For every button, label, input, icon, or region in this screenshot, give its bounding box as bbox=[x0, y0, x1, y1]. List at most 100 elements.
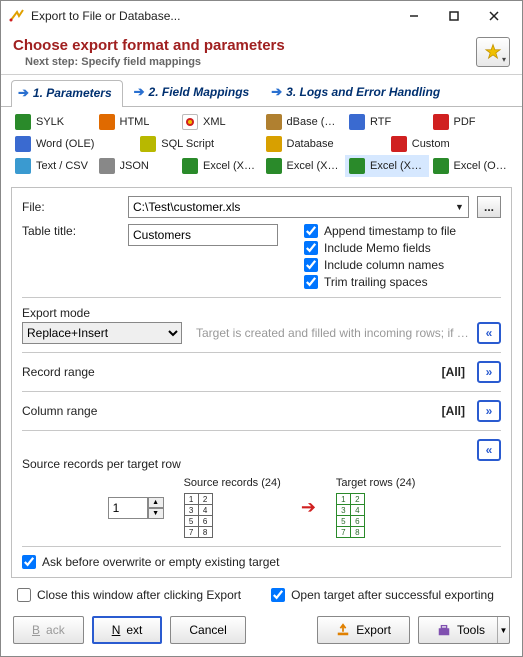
format-label: XML bbox=[203, 116, 226, 128]
file-label: File: bbox=[22, 200, 122, 214]
cb-ask-overwrite[interactable] bbox=[22, 555, 36, 569]
format-excel-xlsx-[interactable]: Excel (XLSX) bbox=[178, 155, 262, 177]
stepper-up[interactable]: ▲ bbox=[148, 497, 164, 508]
format-label: Text / CSV bbox=[36, 160, 88, 172]
format-label: Excel (XLS) bbox=[370, 160, 425, 172]
source-per-row-label: Source records per target row bbox=[22, 457, 181, 471]
app-icon bbox=[9, 8, 25, 24]
arrow-right-icon: ➔ bbox=[301, 497, 316, 518]
tools-button[interactable]: Tools▼ bbox=[418, 616, 510, 644]
favorites-button[interactable]: ▾ bbox=[476, 37, 510, 67]
next-button[interactable]: Next bbox=[92, 616, 163, 644]
format-icon bbox=[266, 114, 282, 130]
tab-logs[interactable]: ➔3. Logs and Error Handling bbox=[264, 79, 451, 106]
target-rows-caption: Target rows (24) bbox=[336, 477, 415, 489]
format-rtf[interactable]: RTF bbox=[345, 111, 429, 133]
tab-field-mappings[interactable]: ➔2. Field Mappings bbox=[127, 79, 261, 106]
table-title-label: Table title: bbox=[22, 224, 122, 238]
format-icon bbox=[182, 114, 198, 130]
back-button: Back bbox=[13, 616, 84, 644]
format-excel-xls-[interactable]: Excel (XLS) bbox=[345, 155, 429, 177]
target-rows-grid: 12345678 bbox=[336, 493, 365, 538]
format-label: HTML bbox=[120, 116, 150, 128]
maximize-button[interactable] bbox=[434, 2, 474, 30]
record-range-value: [All] bbox=[442, 365, 465, 379]
format-icon bbox=[391, 136, 407, 152]
record-range-label: Record range bbox=[22, 365, 95, 379]
tab-parameters[interactable]: ➔1. Parameters bbox=[11, 80, 123, 107]
file-input[interactable] bbox=[128, 196, 451, 218]
format-sql-script[interactable]: SQL Script bbox=[136, 133, 261, 155]
format-label: dBase (DBF) bbox=[287, 116, 342, 128]
format-label: SQL Script bbox=[161, 138, 214, 150]
cb-include-memo[interactable] bbox=[304, 241, 318, 255]
toolbox-icon bbox=[437, 623, 451, 637]
format-icon bbox=[99, 158, 115, 174]
format-word-ole-[interactable]: Word (OLE) bbox=[11, 133, 136, 155]
format-label: Database bbox=[287, 138, 334, 150]
format-text-csv[interactable]: Text / CSV bbox=[11, 155, 95, 177]
format-icon bbox=[433, 114, 449, 130]
page-title: Choose export format and parameters bbox=[13, 37, 476, 54]
column-range-label: Column range bbox=[22, 404, 97, 418]
cb-trim-spaces[interactable] bbox=[304, 275, 318, 289]
format-label: Custom bbox=[412, 138, 450, 150]
page-subtitle: Next step: Specify field mappings bbox=[13, 56, 476, 68]
export-mode-hint: Target is created and filled with incomi… bbox=[196, 326, 469, 340]
format-icon bbox=[140, 136, 156, 152]
format-label: RTF bbox=[370, 116, 391, 128]
source-records-grid: 12345678 bbox=[184, 493, 213, 538]
export-button[interactable]: Export bbox=[317, 616, 410, 644]
format-custom[interactable]: Custom bbox=[387, 133, 512, 155]
cancel-button[interactable]: Cancel bbox=[170, 616, 245, 644]
format-label: Excel (XLSX) bbox=[203, 160, 258, 172]
format-icon bbox=[15, 136, 31, 152]
format-label: JSON bbox=[120, 160, 149, 172]
format-icon bbox=[433, 158, 449, 174]
format-label: SYLK bbox=[36, 116, 64, 128]
column-range-value: [All] bbox=[442, 404, 465, 418]
format-label: Excel (OLE) bbox=[454, 160, 509, 172]
format-json[interactable]: JSON bbox=[95, 155, 179, 177]
format-html[interactable]: HTML bbox=[95, 111, 179, 133]
format-icon bbox=[349, 114, 365, 130]
stepper-down[interactable]: ▼ bbox=[148, 508, 164, 519]
cb-append-timestamp[interactable] bbox=[304, 224, 318, 238]
format-excel-ole-[interactable]: Excel (OLE) bbox=[429, 155, 513, 177]
source-records-caption: Source records (24) bbox=[184, 477, 281, 489]
format-sylk[interactable]: SYLK bbox=[11, 111, 95, 133]
record-range-expand[interactable]: » bbox=[477, 361, 501, 383]
format-excel-xml-[interactable]: Excel (XML) bbox=[262, 155, 346, 177]
source-per-row-input[interactable] bbox=[108, 497, 148, 519]
format-icon bbox=[15, 114, 31, 130]
format-database[interactable]: Database bbox=[262, 133, 387, 155]
minimize-button[interactable] bbox=[394, 2, 434, 30]
format-icon bbox=[349, 158, 365, 174]
file-dropdown[interactable]: ▼ bbox=[451, 196, 469, 218]
format-dbase-dbf-[interactable]: dBase (DBF) bbox=[262, 111, 346, 133]
export-icon bbox=[336, 623, 350, 637]
format-label: PDF bbox=[454, 116, 476, 128]
cb-include-columns[interactable] bbox=[304, 258, 318, 272]
format-icon bbox=[99, 114, 115, 130]
tools-dropdown-icon[interactable]: ▼ bbox=[497, 617, 509, 643]
source-per-row-collapse[interactable]: « bbox=[477, 439, 501, 461]
format-pdf[interactable]: PDF bbox=[429, 111, 513, 133]
export-mode-select[interactable]: Replace+Insert bbox=[22, 322, 182, 344]
browse-button[interactable]: ... bbox=[477, 196, 501, 218]
format-icon bbox=[182, 158, 198, 174]
format-xml[interactable]: XML bbox=[178, 111, 262, 133]
export-mode-collapse[interactable]: « bbox=[477, 322, 501, 344]
window-title: Export to File or Database... bbox=[31, 9, 394, 23]
table-title-input[interactable] bbox=[128, 224, 278, 246]
export-mode-label: Export mode bbox=[22, 306, 90, 320]
format-label: Word (OLE) bbox=[36, 138, 94, 150]
format-icon bbox=[15, 158, 31, 174]
column-range-expand[interactable]: » bbox=[477, 400, 501, 422]
cb-open-after[interactable] bbox=[271, 588, 285, 602]
format-icon bbox=[266, 158, 282, 174]
close-button[interactable] bbox=[474, 2, 514, 30]
format-label: Excel (XML) bbox=[287, 160, 342, 172]
format-icon bbox=[266, 136, 282, 152]
cb-close-after[interactable] bbox=[17, 588, 31, 602]
